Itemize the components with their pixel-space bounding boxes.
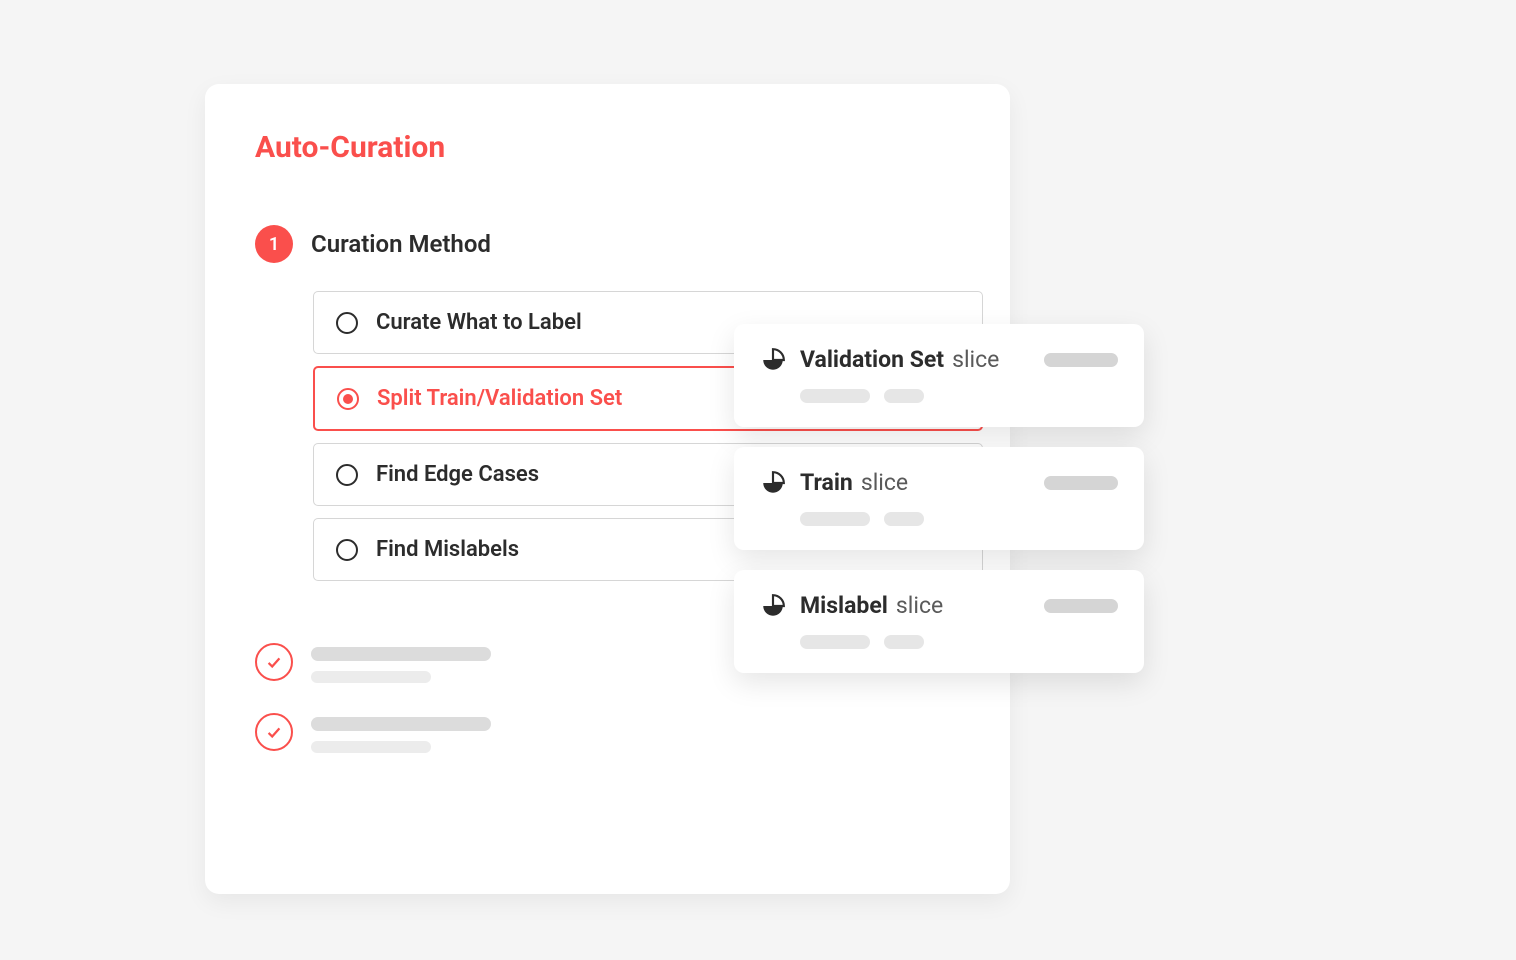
placeholder-pill	[884, 389, 924, 403]
placeholder-lines	[311, 643, 491, 683]
step-header: 1 Curation Method	[255, 225, 960, 263]
card-title: Validation Set slice	[800, 346, 999, 373]
option-label: Curate What to Label	[376, 310, 582, 335]
card-title-bold: Mislabel	[800, 592, 888, 619]
card-title: Mislabel slice	[800, 592, 943, 619]
step-number-badge: 1	[255, 225, 293, 263]
upcoming-step	[255, 713, 960, 753]
placeholder-bar	[311, 647, 491, 661]
pie-chart-icon	[760, 347, 786, 373]
card-header: Train slice	[760, 469, 1118, 496]
placeholder-bar	[311, 717, 491, 731]
pie-chart-icon	[760, 593, 786, 619]
step-title: Curation Method	[311, 230, 491, 258]
card-title-bold: Validation Set	[800, 346, 944, 373]
card-subline	[760, 635, 1118, 649]
card-subline	[760, 512, 1118, 526]
card-header: Mislabel slice	[760, 592, 1118, 619]
placeholder-pill	[1044, 353, 1118, 367]
placeholder-pill	[800, 389, 870, 403]
slice-card-validation-set[interactable]: Validation Set slice	[734, 324, 1144, 427]
placeholder-pill	[1044, 599, 1118, 613]
placeholder-pill	[800, 512, 870, 526]
radio-icon	[336, 312, 358, 334]
card-title-light: slice	[952, 346, 999, 373]
slice-card-train[interactable]: Train slice	[734, 447, 1144, 550]
placeholder-pill	[884, 512, 924, 526]
radio-icon	[336, 539, 358, 561]
check-icon	[255, 713, 293, 751]
option-label: Find Mislabels	[376, 537, 519, 562]
card-title-light: slice	[896, 592, 943, 619]
slice-cards: Validation Set slice Train slice	[734, 324, 1144, 673]
placeholder-pill	[884, 635, 924, 649]
placeholder-bar	[311, 741, 431, 753]
placeholder-pill	[1044, 476, 1118, 490]
placeholder-bar	[311, 671, 431, 683]
slice-card-mislabel[interactable]: Mislabel slice	[734, 570, 1144, 673]
panel-title: Auto-Curation	[255, 130, 960, 165]
option-label: Find Edge Cases	[376, 462, 539, 487]
card-title-bold: Train	[800, 469, 853, 496]
card-header: Validation Set slice	[760, 346, 1118, 373]
radio-icon	[337, 388, 359, 410]
check-icon	[255, 643, 293, 681]
radio-icon	[336, 464, 358, 486]
card-title-light: slice	[861, 469, 908, 496]
placeholder-lines	[311, 713, 491, 753]
card-subline	[760, 389, 1118, 403]
card-title: Train slice	[800, 469, 908, 496]
option-label: Split Train/Validation Set	[377, 386, 622, 411]
placeholder-pill	[800, 635, 870, 649]
pie-chart-icon	[760, 470, 786, 496]
